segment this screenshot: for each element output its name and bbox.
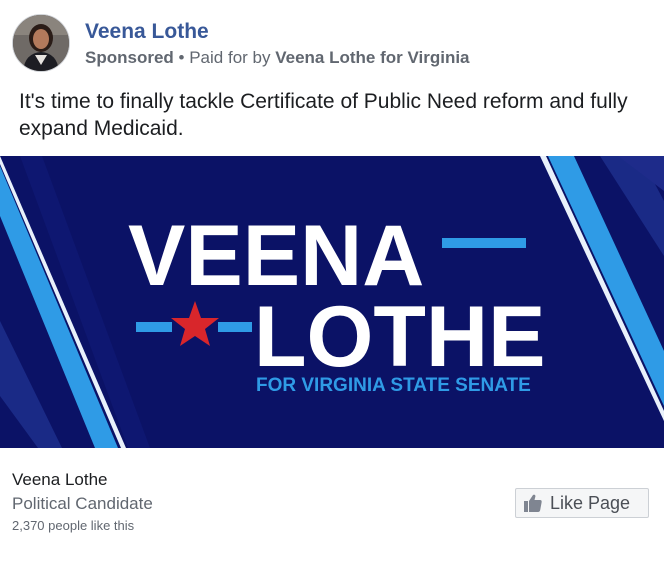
sponsored-label[interactable]: Sponsored	[85, 48, 174, 67]
paid-for-by: Veena Lothe for Virginia	[275, 48, 470, 67]
post-text: It's time to finally tackle Certificate …	[19, 90, 628, 140]
like-page-label: Like Page	[550, 492, 631, 513]
page-card-footer: Veena Lothe Political Candidate 2,370 pe…	[0, 448, 664, 570]
ad-image[interactable]: VEENA LOTHE FOR VIRGINIA STATE SENATE	[0, 156, 664, 448]
candidate-avatar-image	[13, 15, 69, 71]
banner-dash-left-a	[136, 322, 172, 332]
footer-like-count: 2,370 people like this	[12, 518, 135, 533]
banner-dash-right	[442, 238, 526, 248]
campaign-banner: VEENA LOTHE FOR VIRGINIA STATE SENATE	[0, 156, 664, 448]
footer-page-name[interactable]: Veena Lothe	[12, 470, 107, 490]
post-meta: Sponsored • Paid for by Veena Lothe for …	[85, 48, 470, 68]
thumbs-up-icon	[524, 494, 542, 512]
banner-line2: LOTHE	[254, 289, 545, 385]
avatar[interactable]	[12, 14, 70, 72]
banner-dash-left-b	[218, 322, 252, 332]
post-header: Veena Lothe Sponsored • Paid for by Veen…	[12, 14, 652, 72]
banner-tagline: FOR VIRGINIA STATE SENATE	[256, 375, 531, 396]
like-page-button[interactable]: Like Page	[515, 488, 649, 518]
paid-for-prefix: Paid for by	[189, 48, 271, 67]
footer-category: Political Candidate	[12, 494, 153, 513]
page-name-link[interactable]: Veena Lothe	[85, 20, 209, 44]
meta-separator: •	[178, 48, 185, 67]
